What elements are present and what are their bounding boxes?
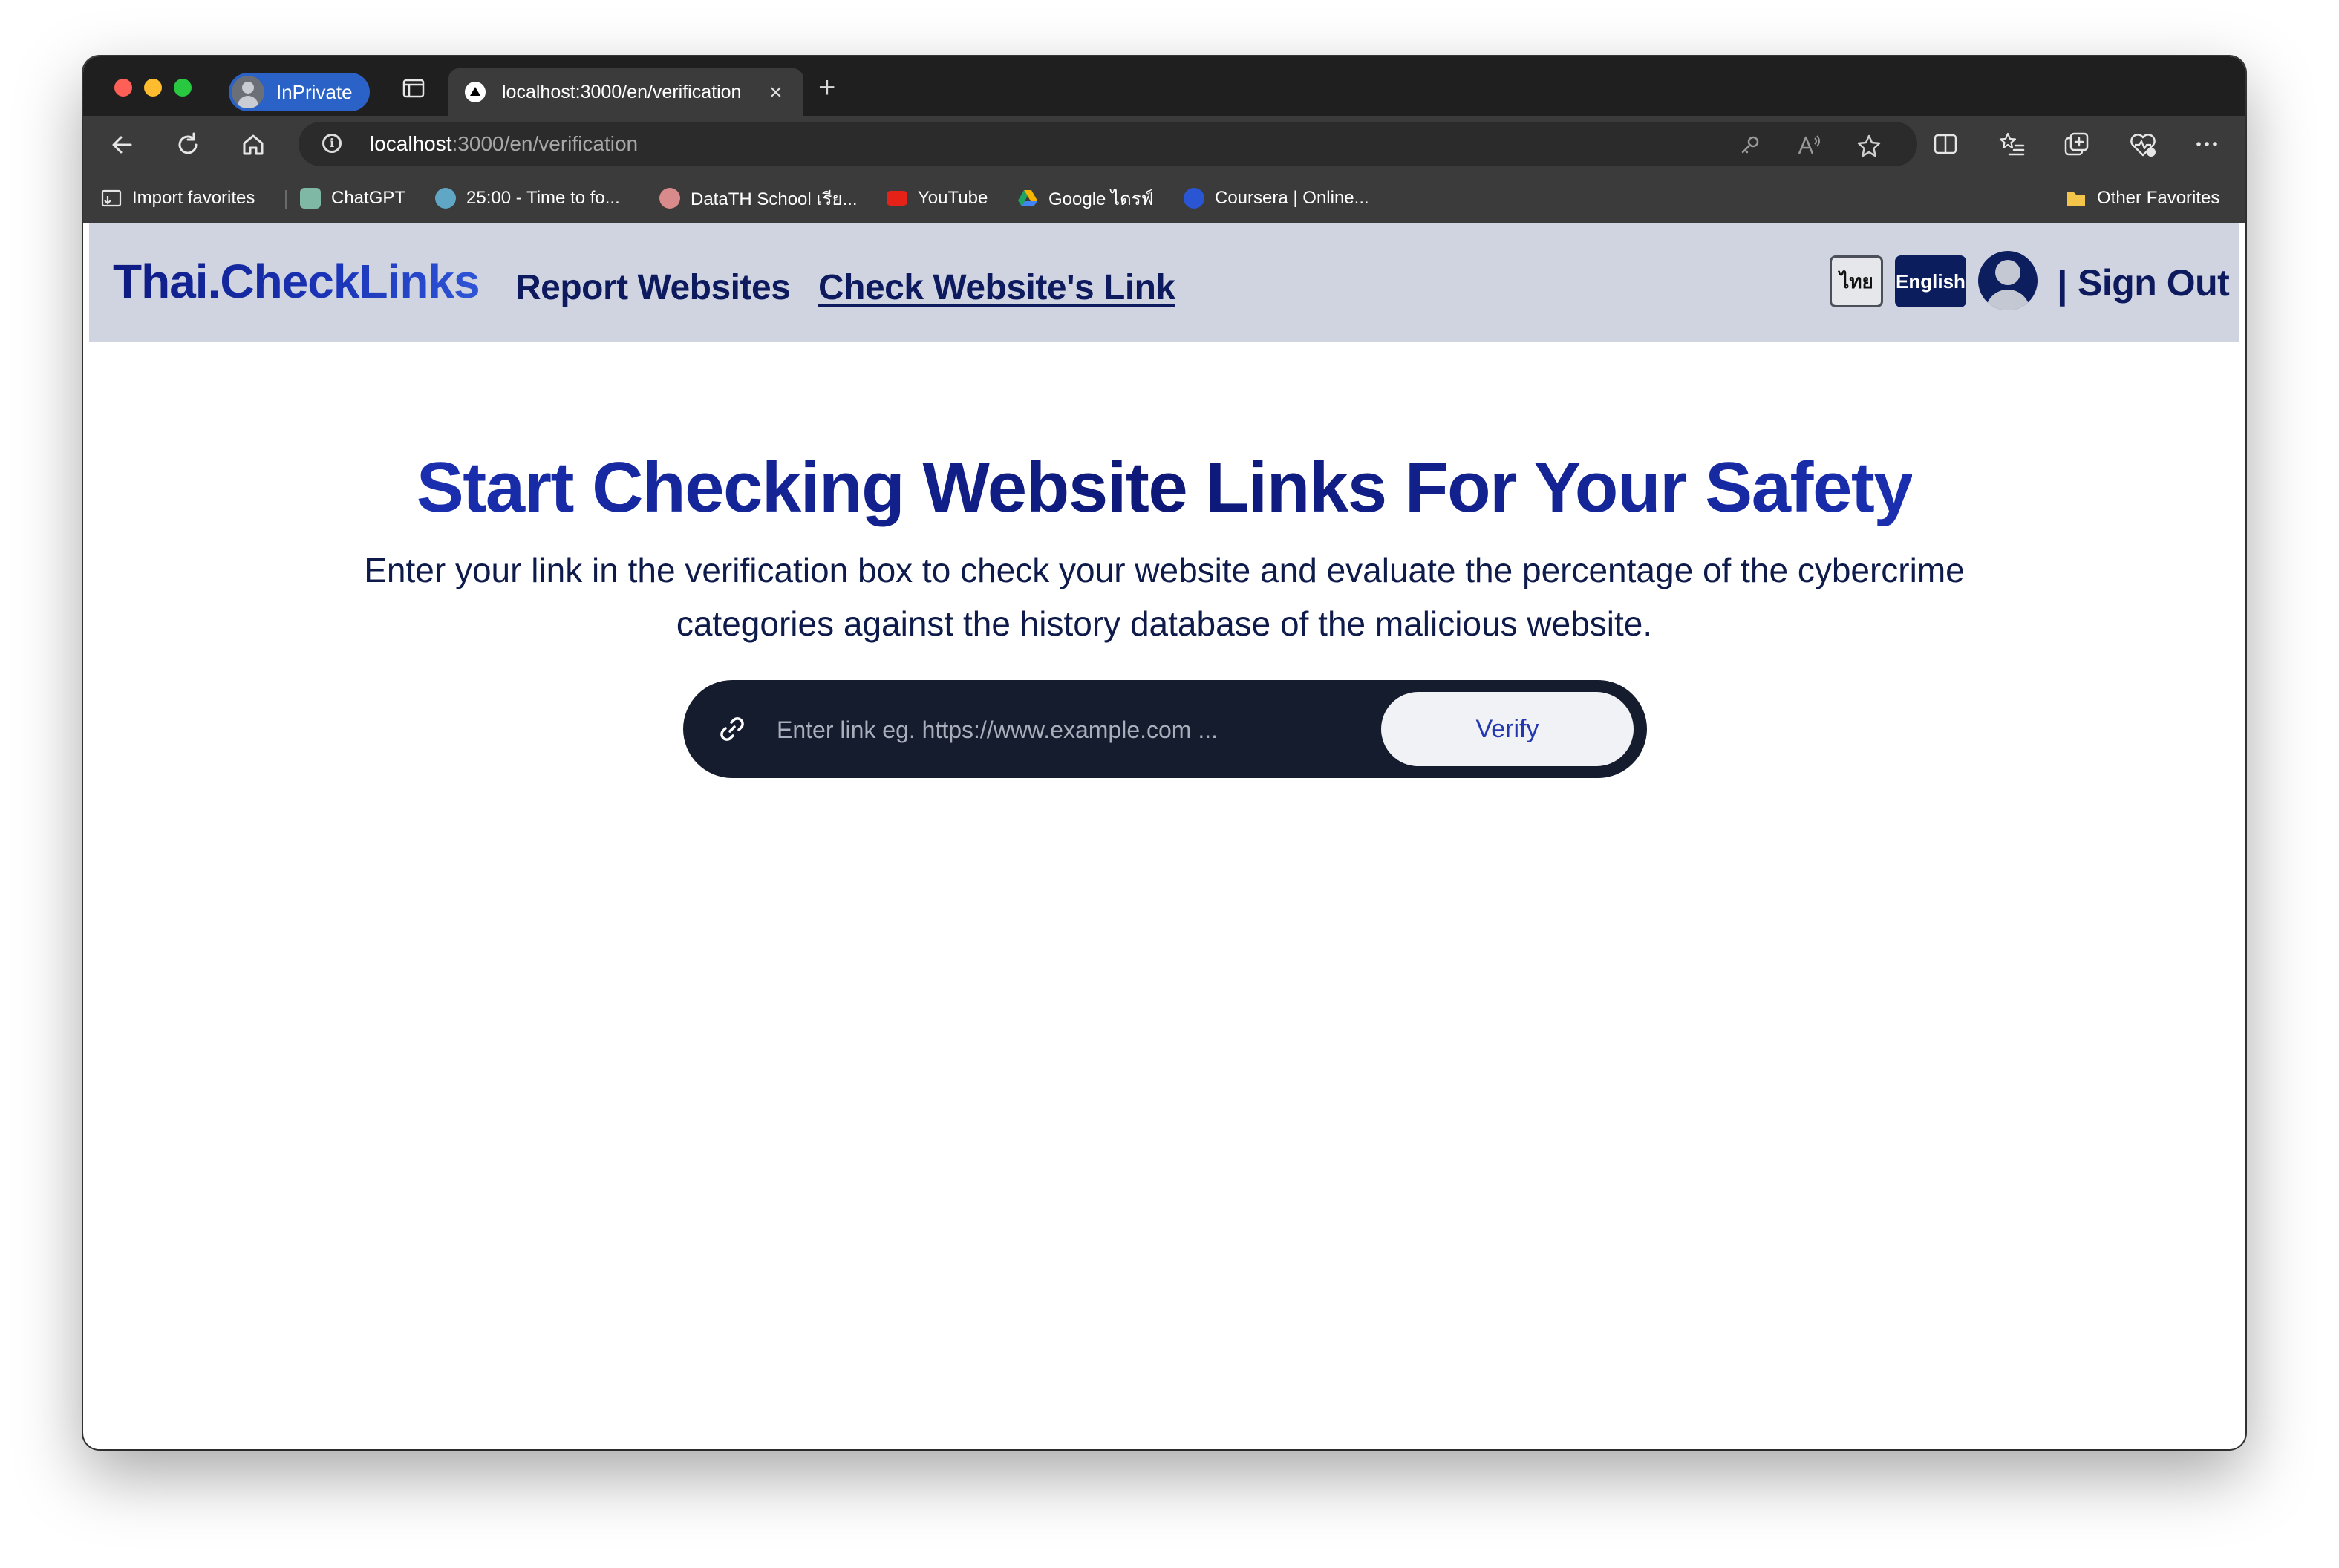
bookmark-label: Google ไดรฟ์	[1048, 189, 1154, 209]
tab-title: localhost:3000/en/verification	[502, 82, 742, 102]
maximize-window-button[interactable]	[174, 79, 192, 97]
refresh-icon[interactable]	[174, 131, 202, 159]
url-path: :3000/en/verification	[451, 132, 639, 155]
bookmark-label: DataTH School เรีย...	[691, 189, 858, 209]
bookmarks-bar: Import favorites ChatGPT 25:00 - Time to…	[83, 174, 2245, 223]
bookmark-coursera[interactable]: Coursera | Online...	[1184, 187, 1369, 209]
language-english-button[interactable]: English	[1895, 255, 1966, 307]
address-url[interactable]: localhost:3000/en/verification	[370, 132, 638, 156]
bookmark-datath[interactable]: DataTH School เรีย...	[659, 187, 858, 209]
more-options-icon[interactable]	[2193, 131, 2220, 157]
bookmark-label: 25:00 - Time to fo...	[466, 188, 620, 208]
page-title: Start Checking Website Links For Your Sa…	[89, 447, 2239, 529]
bookmark-label: YouTube	[918, 188, 988, 208]
new-tab-button[interactable]: +	[818, 71, 835, 105]
youtube-icon	[887, 191, 907, 206]
bookmark-google-drive[interactable]: Google ไดรฟ์	[1017, 187, 1154, 209]
tab-close-icon[interactable]: ×	[769, 80, 783, 105]
link-icon	[720, 717, 744, 741]
page-content: Thai.CheckLinks Report Websites Check We…	[89, 223, 2239, 1449]
bookmark-pomodoro[interactable]: 25:00 - Time to fo...	[435, 187, 620, 209]
google-drive-icon	[1018, 190, 1037, 206]
read-aloud-icon[interactable]	[1797, 134, 1822, 156]
site-logo[interactable]: Thai.CheckLinks	[113, 254, 480, 309]
browser-essentials-icon[interactable]	[2128, 131, 2158, 159]
verify-form: Verify	[683, 680, 1647, 778]
bookmark-youtube[interactable]: YouTube	[887, 187, 988, 209]
check-circle-icon	[435, 188, 456, 209]
tab-bar: InPrivate localhost:3000/en/verification…	[83, 56, 2245, 116]
coursera-icon	[1184, 188, 1204, 209]
url-host: localhost	[370, 132, 452, 155]
chatgpt-icon	[300, 188, 321, 209]
other-favorites-label: Other Favorites	[2097, 188, 2220, 208]
favorite-star-icon[interactable]	[1856, 134, 1882, 157]
address-bar[interactable]: i localhost:3000/en/verification	[299, 122, 1917, 166]
collections-icon[interactable]	[2063, 131, 2091, 159]
folder-icon	[2067, 192, 2085, 206]
sign-out-button[interactable]: Sign Out	[2078, 261, 2230, 304]
inprivate-label: InPrivate	[276, 80, 353, 103]
nav-check-website-link[interactable]: Check Website's Link	[818, 267, 1175, 308]
header-divider: |	[2057, 264, 2068, 307]
profile-avatar-icon	[232, 76, 264, 108]
bookmark-chatgpt[interactable]: ChatGPT	[300, 187, 405, 209]
back-arrow-icon[interactable]	[108, 131, 137, 159]
navigation-bar: i localhost:3000/en/verification	[83, 116, 2245, 174]
other-favorites-folder[interactable]: Other Favorites	[2066, 187, 2219, 209]
verify-button[interactable]: Verify	[1381, 692, 1634, 766]
language-thai-button[interactable]: ไทย	[1830, 255, 1883, 307]
nav-report-websites[interactable]: Report Websites	[515, 267, 791, 308]
import-icon	[101, 189, 122, 207]
favorites-list-icon[interactable]	[1997, 131, 2026, 157]
close-window-button[interactable]	[114, 79, 132, 97]
page-title-text: Start Checking Website Links For Your Sa…	[416, 448, 1914, 527]
page-subtitle: Enter your link in the verification box …	[364, 551, 1965, 643]
site-header: Thai.CheckLinks Report Websites Check We…	[89, 223, 2239, 342]
active-tab[interactable]: localhost:3000/en/verification ×	[448, 68, 803, 116]
split-screen-icon[interactable]	[1932, 131, 1959, 157]
datath-icon	[659, 188, 680, 209]
home-icon[interactable]	[239, 131, 267, 159]
key-icon[interactable]	[1739, 134, 1761, 156]
inprivate-profile-button[interactable]: InPrivate	[229, 73, 370, 111]
bookmark-import-favorites[interactable]: Import favorites	[101, 187, 255, 209]
tab-actions-icon[interactable]	[402, 79, 425, 98]
browser-window: InPrivate localhost:3000/en/verification…	[83, 56, 2245, 1449]
bookmark-separator	[285, 190, 287, 209]
site-info-icon[interactable]: i	[322, 134, 342, 153]
minimize-window-button[interactable]	[144, 79, 162, 97]
user-avatar-icon[interactable]	[1978, 251, 2038, 310]
link-input[interactable]	[775, 702, 1357, 757]
site-favicon-icon	[465, 82, 486, 102]
bookmark-label: Import favorites	[132, 188, 255, 208]
bookmark-label: Coursera | Online...	[1215, 188, 1369, 208]
bookmark-label: ChatGPT	[331, 188, 406, 208]
